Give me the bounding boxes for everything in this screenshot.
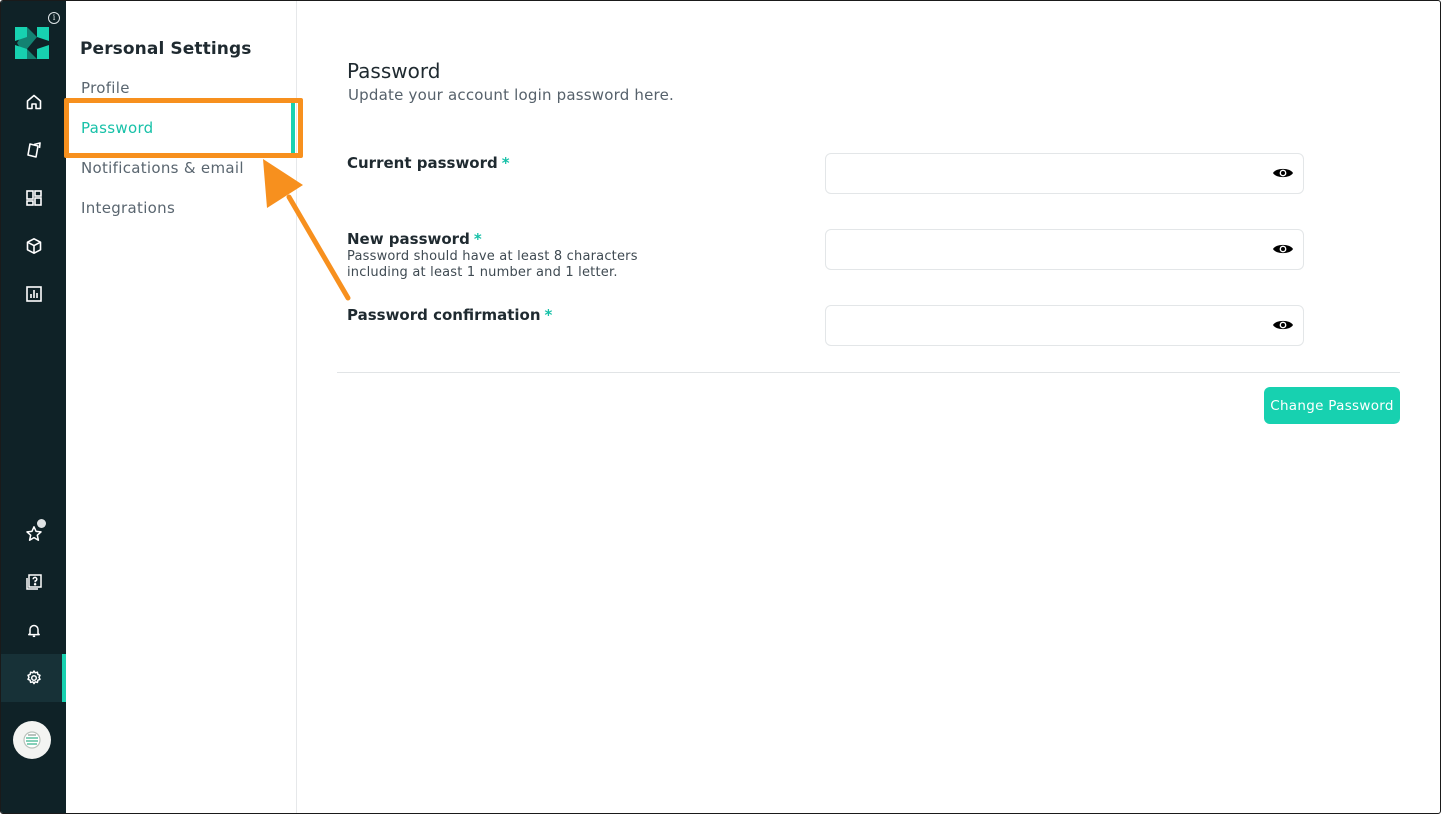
help-book-icon: [25, 574, 42, 590]
user-avatar[interactable]: [13, 721, 51, 759]
password-confirmation-field: [825, 305, 1304, 346]
new-password-field: [825, 229, 1304, 270]
show-current-password-button[interactable]: [1271, 163, 1295, 183]
rail-notifications-button[interactable]: [1, 606, 66, 654]
change-password-button[interactable]: Change Password: [1264, 387, 1400, 424]
password-hint-line-2: including at least 1 number and 1 letter…: [347, 265, 618, 280]
info-icon[interactable]: i: [48, 12, 60, 24]
required-asterisk: *: [473, 230, 482, 248]
rail-reports-button[interactable]: [1, 270, 66, 318]
bar-chart-icon: [25, 286, 42, 302]
required-asterisk: *: [544, 306, 553, 324]
rail-campaigns-button[interactable]: [1, 126, 66, 174]
new-password-input[interactable]: [826, 230, 1256, 268]
rail-home-button[interactable]: [1, 78, 66, 126]
brand-logo-icon[interactable]: [15, 27, 49, 59]
sidebar-active-indicator: [291, 103, 295, 153]
dashboard-icon: [25, 190, 42, 206]
show-new-password-button[interactable]: [1271, 239, 1295, 259]
bell-icon: [27, 624, 40, 638]
required-asterisk: *: [501, 154, 510, 172]
password-confirmation-label-text: Password confirmation: [347, 306, 541, 324]
rail-dashboard-button[interactable]: [1, 174, 66, 222]
new-password-label-text: New password: [347, 230, 470, 248]
avatar-logo-icon: [23, 731, 41, 749]
page-title: Password: [347, 59, 441, 83]
app-window: i Personal Settings Profile Password Not…: [0, 0, 1441, 814]
password-confirmation-input[interactable]: [826, 306, 1256, 344]
show-password-confirmation-button[interactable]: [1271, 315, 1295, 335]
password-hint-line-1: Password should have at least 8 characte…: [347, 249, 638, 264]
box-icon: [26, 238, 41, 254]
eye-icon: [1273, 168, 1293, 178]
gear-icon: [26, 670, 41, 685]
rail-settings-button[interactable]: [1, 654, 66, 702]
current-password-input[interactable]: [826, 154, 1256, 192]
current-password-field: [825, 153, 1304, 194]
home-icon: [26, 94, 41, 110]
eye-icon: [1273, 244, 1293, 254]
rail-products-button[interactable]: [1, 222, 66, 270]
new-password-label: New password *: [347, 230, 482, 248]
rail-help-button[interactable]: [1, 558, 66, 606]
sidebar-item-profile[interactable]: Profile: [81, 79, 130, 97]
current-password-label: Current password *: [347, 154, 510, 172]
rail-whats-new-button[interactable]: [1, 510, 66, 558]
sidebar-item-password[interactable]: Password: [81, 119, 153, 137]
password-confirmation-label: Password confirmation *: [347, 306, 552, 324]
page-subtitle: Update your account login password here.: [348, 86, 674, 104]
sidebar-title: Personal Settings: [80, 39, 252, 59]
form-divider: [337, 372, 1400, 373]
settings-sidebar: Personal Settings Profile Password Notif…: [66, 1, 297, 813]
sidebar-item-integrations[interactable]: Integrations: [81, 199, 175, 217]
tag-icon: [26, 142, 41, 158]
icon-rail: i: [1, 1, 66, 813]
current-password-label-text: Current password: [347, 154, 498, 172]
eye-icon: [1273, 320, 1293, 330]
sidebar-item-notifications-email[interactable]: Notifications & email: [81, 159, 244, 177]
notification-dot: [37, 519, 46, 528]
